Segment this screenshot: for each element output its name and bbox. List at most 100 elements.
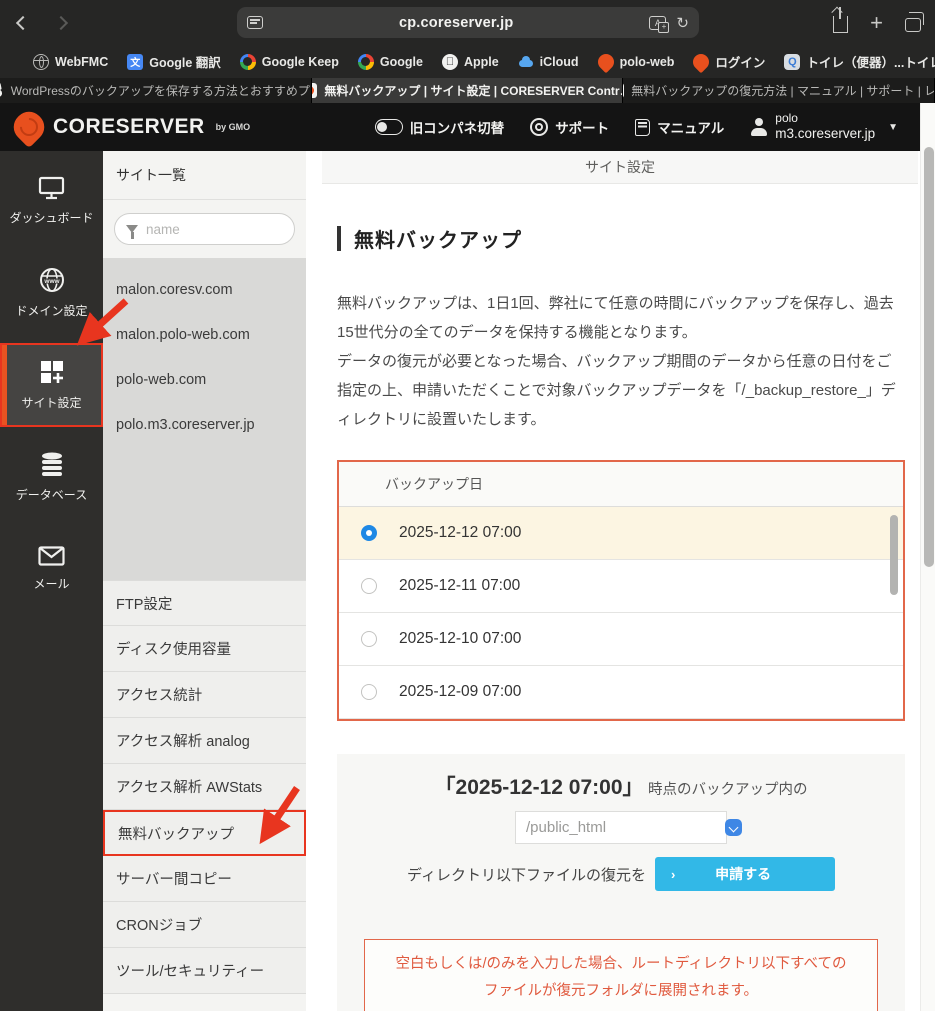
radio-icon[interactable] [361, 684, 377, 700]
support-link[interactable]: サポート [530, 117, 609, 137]
new-tab-button[interactable]: + [870, 13, 883, 33]
url-text[interactable]: cp.coreserver.jp [263, 15, 649, 31]
restore-heading: 「2025-12-12 07:00」 時点のバックアップ内の [337, 771, 905, 801]
combobox-dropdown-icon[interactable] [725, 819, 742, 836]
google-icon [358, 54, 374, 70]
bookmark-item[interactable]: WebFMC [33, 54, 108, 70]
bookmark-item[interactable]: polo-web [598, 54, 675, 70]
sidebar-item-database[interactable]: データベース [0, 435, 103, 519]
share-icon[interactable] [833, 16, 848, 33]
main-content: サイト設定 無料バックアップ 無料バックアップは、1日1回、弊社にて任意の時間に… [306, 151, 920, 1011]
tab-overview-icon[interactable] [905, 18, 921, 32]
menu-item-analog[interactable]: アクセス解析 analog [103, 718, 306, 764]
menu-item-server-copy[interactable]: サーバー間コピー [103, 856, 306, 902]
coreserver-logo-icon [8, 106, 50, 148]
tab-wordpress-backup[interactable]: WordPressのバックアップを保存する方法とおすすめプ… [0, 78, 312, 103]
bookmarks-bar: WebFMC 文Google 翻訳 Google Keep Google Ap… [0, 45, 935, 78]
site-item[interactable]: malon.coresv.com [103, 267, 306, 312]
table-scrollbar-thumb[interactable] [890, 515, 898, 595]
tab-free-backup-active[interactable]: 無料バックアップ | サイト設定 | CORESERVER Contr… [312, 78, 624, 103]
google-icon [240, 54, 256, 70]
reader-view-icon[interactable] [247, 16, 263, 29]
logo-text: CORESERVER [53, 115, 205, 139]
app-header: CORESERVER by GMO 旧コンパネ切替 サポート マニュアル pol… [0, 103, 920, 151]
account-server: m3.coreserver.jp [775, 126, 875, 143]
menu-item-ftp[interactable]: FTP設定 [103, 580, 306, 626]
bookmark-item[interactable]: Apple [442, 54, 499, 70]
bookmark-item[interactable]: Google [358, 54, 423, 70]
apple-icon:  [442, 54, 458, 70]
back-button[interactable] [8, 8, 38, 38]
backup-row[interactable]: 2025-12-12 07:00 [339, 507, 903, 560]
logo-suffix: by GMO [216, 122, 251, 132]
site-list-title: サイト一覧 [103, 151, 306, 200]
coreserver-favicon [623, 83, 624, 98]
apply-restore-button[interactable]: › 申請する [655, 857, 835, 891]
www-globe-icon: www [39, 267, 65, 293]
browser-window: cp.coreserver.jp A ↻ + WebFMC 文Google 翻訳… [0, 0, 935, 1011]
bookmark-item[interactable]: ログイン [693, 52, 765, 71]
svg-text:www: www [43, 278, 60, 285]
backup-date-table: バックアップ日 2025-12-12 07:00 2025-12-11 07:0… [337, 460, 905, 721]
bookmark-item[interactable]: Qトイレ（便器）...トイレ交換】 [784, 52, 935, 71]
sidebar-item-mail[interactable]: メール [0, 527, 103, 611]
restore-label: ディレクトリ以下ファイルの復元を [407, 864, 646, 885]
rabbit-favicon [0, 83, 4, 98]
site-item[interactable]: polo.m3.coreserver.jp [103, 402, 306, 447]
bookmark-item[interactable]: iCloud [518, 54, 579, 70]
site-filter-input[interactable] [146, 222, 266, 237]
sidebar-item-domain[interactable]: www ドメイン設定 [0, 251, 103, 335]
coreserver-flame-icon [594, 50, 617, 73]
page-title: 無料バックアップ [337, 224, 903, 253]
page-scrollbar[interactable] [920, 103, 935, 1011]
page-scrollbar-thumb[interactable] [924, 147, 934, 567]
book-icon [635, 119, 650, 136]
database-icon [39, 451, 65, 477]
restore-path-input[interactable] [516, 819, 725, 836]
restore-warning: 空白もしくは/のみを入力した場合、ルートディレクトリ以下すべてのファイルが復元フ… [364, 939, 878, 1011]
menu-item-cron[interactable]: CRONジョブ [103, 902, 306, 948]
restore-panel: 「2025-12-12 07:00」 時点のバックアップ内の ディレクトリ以下フ… [337, 754, 905, 1011]
backup-description: 無料バックアップは、1日1回、弊社にて任意の時間にバックアップを保存し、過去15… [337, 289, 903, 434]
icloud-icon [518, 54, 534, 70]
radio-selected-icon[interactable] [361, 525, 377, 541]
address-bar[interactable]: cp.coreserver.jp A ↻ [237, 7, 699, 38]
breadcrumb-bar: サイト設定 [322, 151, 918, 184]
forward-button[interactable] [46, 8, 76, 38]
bookmark-item[interactable]: Google Keep [240, 54, 339, 70]
menu-item-disk-usage[interactable]: ディスク使用容量 [103, 626, 306, 672]
backup-row[interactable]: 2025-12-11 07:00 [339, 560, 903, 613]
radio-icon[interactable] [361, 631, 377, 647]
toggle-icon[interactable] [375, 119, 403, 135]
coreserver-logo[interactable]: CORESERVER by GMO [14, 112, 250, 142]
radio-icon[interactable] [361, 578, 377, 594]
toilet-site-icon: Q [784, 54, 800, 70]
menu-item-access-stats[interactable]: アクセス統計 [103, 672, 306, 718]
account-menu[interactable]: polo m3.coreserver.jp ▼ [750, 111, 898, 143]
tab-bar: WordPressのバックアップを保存する方法とおすすめプ… 無料バックアップ … [0, 78, 935, 103]
menu-item-tools-security[interactable]: ツール/セキュリティー [103, 948, 306, 994]
globe-icon [33, 54, 49, 70]
grid-plus-icon [39, 359, 65, 385]
bookmark-item[interactable]: 文Google 翻訳 [127, 52, 221, 71]
legacy-panel-toggle[interactable]: 旧コンパネ切替 [375, 117, 505, 137]
backup-table-header: バックアップ日 [339, 462, 903, 507]
restore-path-combobox[interactable] [515, 811, 727, 844]
user-icon [750, 118, 768, 136]
translate-icon[interactable]: A [649, 16, 666, 30]
site-item[interactable]: polo-web.com [103, 357, 306, 402]
account-name: polo [775, 111, 875, 126]
menu-item-awstats[interactable]: アクセス解析 AWStats [103, 764, 306, 810]
sidebar-item-dashboard[interactable]: ダッシュボード [0, 159, 103, 243]
google-translate-icon: 文 [127, 54, 143, 70]
reload-icon[interactable]: ↻ [676, 14, 689, 32]
manual-link[interactable]: マニュアル [635, 117, 724, 137]
menu-item-free-backup[interactable]: 無料バックアップ [103, 810, 306, 856]
tab-restore-manual[interactable]: 無料バックアップの復元方法 | マニュアル | サポート | レ… [623, 78, 935, 103]
backup-row[interactable]: 2025-12-10 07:00 [339, 613, 903, 666]
site-filter[interactable] [114, 213, 295, 245]
site-item[interactable]: malon.polo-web.com [103, 312, 306, 357]
backup-row[interactable]: 2025-12-09 07:00 [339, 666, 903, 719]
back-icon [16, 15, 30, 29]
sidebar-item-site-settings[interactable]: サイト設定 [0, 343, 103, 427]
